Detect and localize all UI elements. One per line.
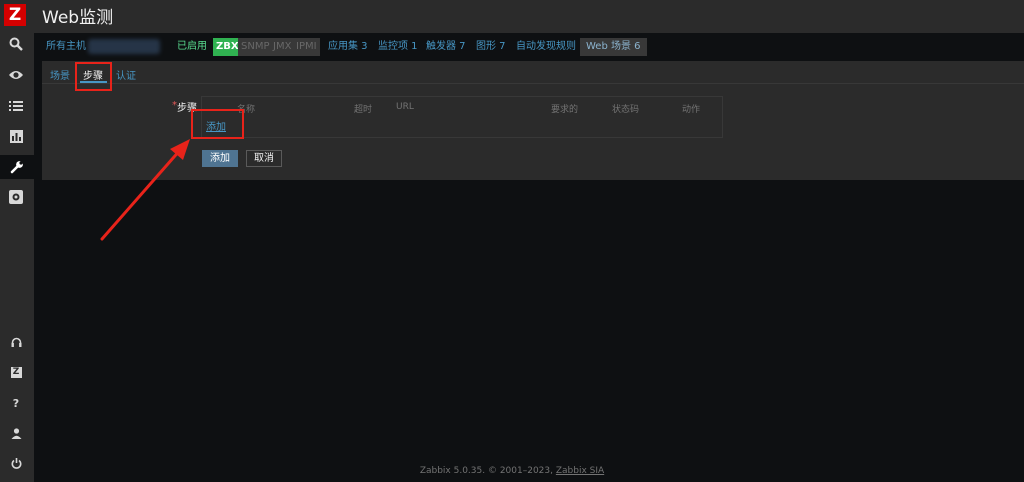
footer-vendor-link[interactable]: Zabbix SIA: [556, 466, 604, 476]
page-footer: Zabbix 5.0.35. © 2001–2023, Zabbix SIA: [0, 466, 1024, 476]
annotation-arrow: [100, 139, 190, 241]
footer-copyright: Zabbix 5.0.35. © 2001–2023,: [419, 466, 556, 476]
